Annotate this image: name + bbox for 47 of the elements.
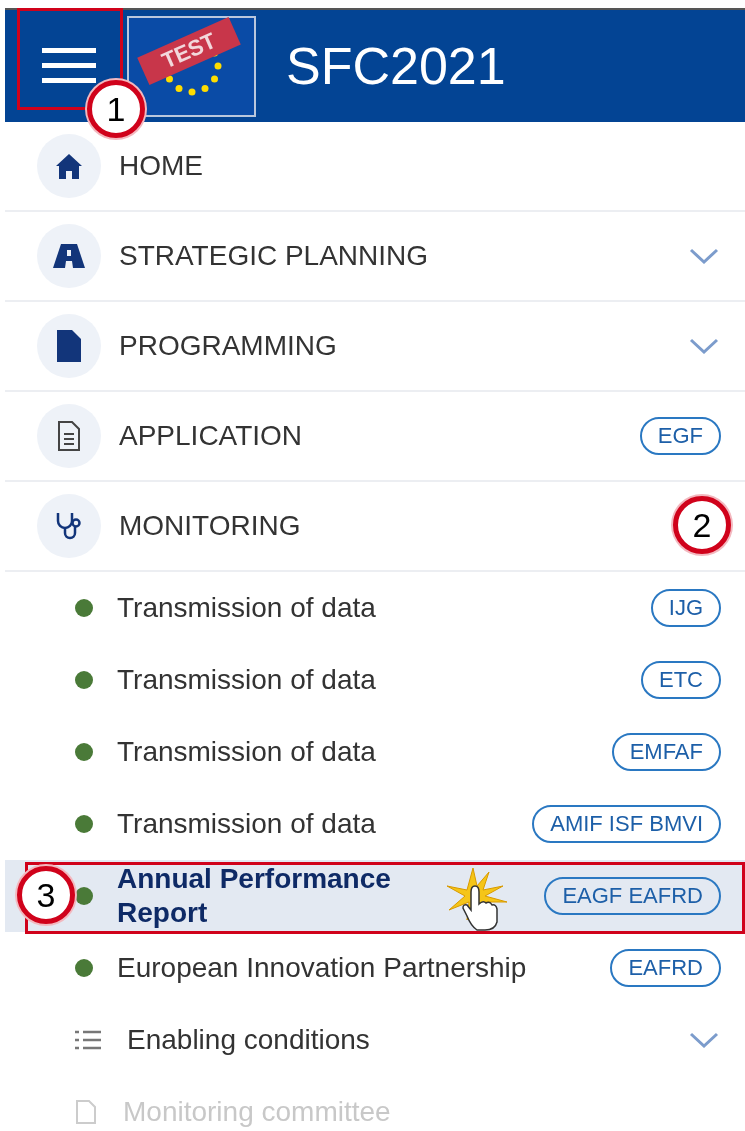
submenu-item[interactable]: Transmission of data ETC (5, 644, 745, 716)
submenu-item[interactable]: Transmission of data AMIF ISF BMVI (5, 788, 745, 860)
fund-tag: ETC (641, 661, 721, 699)
menu-section[interactable]: MONITORING 2 (5, 482, 745, 572)
step-callout: 3 (17, 866, 75, 924)
status-dot (75, 743, 93, 761)
menu-icon (42, 48, 96, 84)
menu-section[interactable]: APPLICATION EGF (5, 392, 745, 482)
section-label: HOME (119, 150, 203, 182)
submenu-label: Transmission of data (117, 808, 376, 840)
submenu-item[interactable]: 3 Annual Performance Report EAGF EAFRD (5, 860, 745, 932)
fund-tag: IJG (650, 589, 721, 627)
submenu-item[interactable]: European Innovation Partnership EAFRD (5, 932, 745, 1004)
fund-tag: EAFRD (610, 949, 721, 987)
fund-tag: EAGF EAFRD (544, 877, 721, 915)
section-label: PROGRAMMING (119, 330, 337, 362)
fund-tag: AMIF ISF BMVI (532, 805, 721, 843)
submenu-item[interactable]: Transmission of data EMFAF (5, 716, 745, 788)
submenu-label: Annual Performance Report (117, 862, 392, 930)
status-dot (75, 815, 93, 833)
section-label: MONITORING (119, 510, 301, 542)
status-dot (75, 599, 93, 617)
menu-section[interactable]: STRATEGIC PLANNING (5, 212, 745, 302)
section-label: STRATEGIC PLANNING (119, 240, 429, 272)
submenu-label: Transmission of data (117, 664, 376, 696)
chevron-down-icon (689, 248, 719, 264)
chevron-down-icon (689, 338, 719, 354)
section-label: APPLICATION (119, 420, 303, 452)
status-dot (75, 887, 93, 905)
menu-section[interactable]: HOME (5, 122, 745, 212)
status-dot (75, 671, 93, 689)
document-icon (75, 1099, 97, 1125)
submenu-label: Enabling conditions (127, 1024, 370, 1056)
step-callout: 1 (87, 80, 145, 138)
submenu-label: Transmission of data (117, 736, 376, 768)
submenu-item[interactable]: Enabling conditions (5, 1004, 745, 1076)
fund-tag: EGF (639, 417, 721, 455)
app-title: SFC2021 (286, 36, 506, 96)
status-dot (75, 959, 93, 977)
chevron-down-icon (689, 1032, 719, 1048)
submenu-label: Transmission of data (117, 592, 376, 624)
step-callout: 2 (673, 496, 731, 554)
menu-section[interactable]: PROGRAMMING (5, 302, 745, 392)
submenu-label: European Innovation Partnership (117, 952, 527, 984)
list-icon (75, 1030, 101, 1050)
fund-tag: EMFAF (611, 733, 721, 771)
submenu-item[interactable]: Transmission of data IJG (5, 572, 745, 644)
